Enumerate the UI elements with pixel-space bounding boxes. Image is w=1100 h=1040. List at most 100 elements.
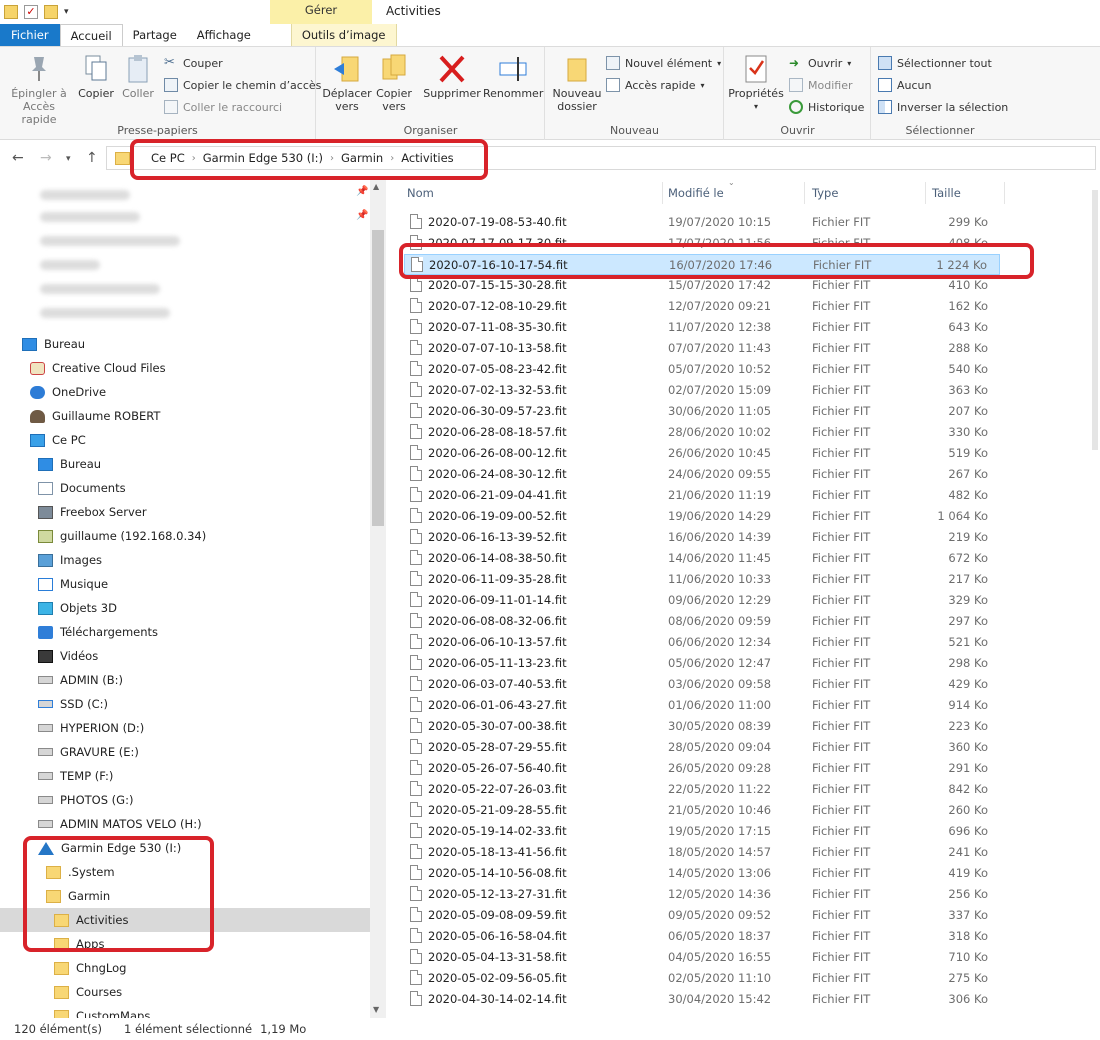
table-row[interactable]: 2020-07-11-08-35-30.fit 11/07/2020 12:38 F…	[404, 317, 1000, 338]
table-row[interactable]: 2020-05-21-09-28-55.fit 21/05/2020 10:46 F…	[404, 800, 1000, 821]
table-row[interactable]: 2020-06-14-08-38-50.fit 14/06/2020 11:45 F…	[404, 548, 1000, 569]
tab-fichier[interactable]: Fichier	[0, 24, 60, 46]
table-row[interactable]: 2020-05-02-09-56-05.fit 02/05/2020 11:10 F…	[404, 968, 1000, 989]
table-row[interactable]: 2020-07-17-09-17-30.fit 17/07/2020 11:56 F…	[404, 233, 1000, 254]
nav-item[interactable]: Musique	[38, 572, 108, 596]
table-row[interactable]: 2020-05-09-08-09-59.fit 09/05/2020 09:52 F…	[404, 905, 1000, 926]
table-row[interactable]: 2020-07-02-13-32-53.fit 02/07/2020 15:09 F…	[404, 380, 1000, 401]
nav-item[interactable]: PHOTOS (G:)	[38, 788, 133, 812]
column-divider[interactable]	[804, 182, 805, 204]
table-row[interactable]: 2020-06-21-09-04-41.fit 21/06/2020 11:19 F…	[404, 485, 1000, 506]
nav-item-selected[interactable]: Activities	[0, 908, 370, 932]
table-row[interactable]: 2020-05-26-07-56-40.fit 26/05/2020 09:28 F…	[404, 758, 1000, 779]
nav-item[interactable]: Images	[38, 548, 102, 572]
nav-item[interactable]: OneDrive	[30, 380, 106, 404]
table-row[interactable]: 2020-07-05-08-23-42.fit 05/07/2020 10:52 F…	[404, 359, 1000, 380]
copy-to-button[interactable]: Copier vers	[373, 53, 415, 113]
table-row[interactable]: 2020-06-09-11-01-14.fit 09/06/2020 12:29 F…	[404, 590, 1000, 611]
table-row[interactable]: 2020-05-04-13-31-58.fit 04/05/2020 16:55 F…	[404, 947, 1000, 968]
breadcrumb-ce-pc[interactable]: Ce PC	[144, 151, 192, 165]
breadcrumb-garmin-drive[interactable]: Garmin Edge 530 (I:)	[196, 151, 330, 165]
nav-item[interactable]: ADMIN MATOS VELO (H:)	[38, 812, 202, 836]
table-row[interactable]: 2020-05-19-14-02-33.fit 19/05/2020 17:15 F…	[404, 821, 1000, 842]
nav-item[interactable]: Garmin Edge 530 (I:)	[38, 836, 181, 860]
paste-button[interactable]: Coller	[118, 53, 158, 100]
tab-affichage[interactable]: Affichage	[187, 24, 261, 46]
new-folder-button[interactable]: Nouveau dossier	[550, 53, 604, 113]
table-row[interactable]: 2020-05-06-16-58-04.fit 06/05/2020 18:37 F…	[404, 926, 1000, 947]
properties-button[interactable]: Propriétés ▾	[727, 53, 785, 113]
pin-icon[interactable]: 📌	[356, 210, 368, 221]
select-all-button[interactable]: Sélectionner tout	[878, 53, 992, 73]
table-row[interactable]: 2020-07-15-15-30-28.fit 15/07/2020 17:42 F…	[404, 275, 1000, 296]
nav-item[interactable]: ChngLog	[54, 956, 126, 980]
nav-item[interactable]: Bureau	[38, 452, 101, 476]
folder-icon[interactable]	[4, 5, 18, 19]
nav-item[interactable]: Garmin	[46, 884, 110, 908]
copy-path-button[interactable]: Copier le chemin d’accès	[164, 75, 321, 95]
breadcrumb-garmin[interactable]: Garmin	[334, 151, 390, 165]
edit-button[interactable]: Modifier	[789, 75, 852, 95]
nav-item[interactable]: Documents	[38, 476, 126, 500]
copy-button[interactable]: Copier	[76, 53, 116, 100]
nav-item[interactable]: Bureau	[22, 332, 85, 356]
scroll-down-icon[interactable]: ▼	[373, 1005, 379, 1014]
nav-item[interactable]: Téléchargements	[38, 620, 158, 644]
tab-outils-image[interactable]: Outils d’image	[290, 24, 397, 46]
table-row[interactable]: 2020-06-16-13-39-52.fit 16/06/2020 14:39 F…	[404, 527, 1000, 548]
table-row[interactable]: 2020-05-22-07-26-03.fit 22/05/2020 11:22 F…	[404, 779, 1000, 800]
nav-item[interactable]: guillaume (192.168.0.34)	[38, 524, 206, 548]
move-to-button[interactable]: Déplacer vers	[321, 53, 373, 113]
table-row[interactable]: 2020-06-05-11-13-23.fit 05/06/2020 12:47 F…	[404, 653, 1000, 674]
nav-item[interactable]: Guillaume ROBERT	[30, 404, 160, 428]
table-row[interactable]: 2020-07-12-08-10-29.fit 12/07/2020 09:21 F…	[404, 296, 1000, 317]
forward-arrow-icon[interactable]: →	[40, 150, 52, 166]
table-row[interactable]: 2020-07-19-08-53-40.fit 19/07/2020 10:15 F…	[404, 212, 1000, 233]
history-button[interactable]: Historique	[789, 97, 864, 117]
column-header-size[interactable]: Taille	[932, 186, 961, 200]
table-row[interactable]: 2020-06-30-09-57-23.fit 30/06/2020 11:05 F…	[404, 401, 1000, 422]
table-row[interactable]: 2020-05-30-07-00-38.fit 30/05/2020 08:39 F…	[404, 716, 1000, 737]
new-folder-icon[interactable]	[44, 5, 58, 19]
column-divider[interactable]	[1004, 182, 1005, 204]
up-arrow-icon[interactable]: ↑	[86, 150, 98, 166]
invert-selection-button[interactable]: Inverser la sélection	[878, 97, 1008, 117]
nav-item[interactable]: Creative Cloud Files	[30, 356, 166, 380]
nav-item[interactable]: SSD (C:)	[38, 692, 108, 716]
paste-shortcut-button[interactable]: Coller le raccourci	[164, 97, 282, 117]
customize-qat-icon[interactable]: ▾	[64, 7, 69, 17]
table-row[interactable]: 2020-06-11-09-35-28.fit 11/06/2020 10:33 F…	[404, 569, 1000, 590]
table-row[interactable]: 2020-05-18-13-41-56.fit 18/05/2020 14:57 F…	[404, 842, 1000, 863]
table-row-selected[interactable]: 2020-07-16-10-17-54.fit 16/07/2020 17:46 F…	[404, 254, 1000, 275]
table-row[interactable]: 2020-05-12-13-27-31.fit 12/05/2020 14:36 F…	[404, 884, 1000, 905]
table-row[interactable]: 2020-05-14-10-56-08.fit 14/05/2020 13:06 F…	[404, 863, 1000, 884]
file-list-scrollbar-thumb[interactable]	[1092, 190, 1098, 450]
pin-icon[interactable]: 📌	[356, 186, 368, 197]
table-row[interactable]: 2020-05-28-07-29-55.fit 28/05/2020 09:04 F…	[404, 737, 1000, 758]
table-row[interactable]: 2020-06-19-09-00-52.fit 19/06/2020 14:29 F…	[404, 506, 1000, 527]
table-row[interactable]: 2020-06-28-08-18-57.fit 28/06/2020 10:02 F…	[404, 422, 1000, 443]
delete-button[interactable]: Supprimer	[421, 53, 483, 100]
nav-item[interactable]: TEMP (F:)	[38, 764, 113, 788]
nav-item[interactable]: Vidéos	[38, 644, 98, 668]
nav-item[interactable]: HYPERION (D:)	[38, 716, 144, 740]
table-row[interactable]: 2020-06-01-06-43-27.fit 01/06/2020 11:00 F…	[404, 695, 1000, 716]
address-bar[interactable]: Ce PC › Garmin Edge 530 (I:) › Garmin › …	[106, 146, 1096, 170]
nav-item[interactable]: Freebox Server	[38, 500, 147, 524]
nav-item[interactable]: .System	[46, 860, 115, 884]
properties-check-icon[interactable]: ✓	[24, 5, 38, 19]
tab-accueil[interactable]: Accueil	[59, 24, 123, 46]
rename-button[interactable]: Renommer	[483, 53, 543, 100]
table-row[interactable]: 2020-07-07-10-13-58.fit 07/07/2020 11:43 F…	[404, 338, 1000, 359]
column-divider[interactable]	[662, 182, 663, 204]
tab-partage[interactable]: Partage	[123, 24, 187, 46]
table-row[interactable]: 2020-06-03-07-40-53.fit 03/06/2020 09:58 F…	[404, 674, 1000, 695]
column-header-type[interactable]: Type	[812, 186, 838, 200]
easy-access-button[interactable]: Accès rapide ▾	[606, 75, 705, 95]
open-button[interactable]: ➜ Ouvrir ▾	[789, 53, 851, 73]
table-row[interactable]: 2020-06-26-08-00-12.fit 26/06/2020 10:45 F…	[404, 443, 1000, 464]
table-row[interactable]: 2020-06-24-08-30-12.fit 24/06/2020 09:55 F…	[404, 464, 1000, 485]
breadcrumb-activities[interactable]: Activities	[394, 151, 460, 165]
table-row[interactable]: 2020-06-06-10-13-57.fit 06/06/2020 12:34 F…	[404, 632, 1000, 653]
nav-item[interactable]: CustomMaps	[54, 1004, 150, 1018]
